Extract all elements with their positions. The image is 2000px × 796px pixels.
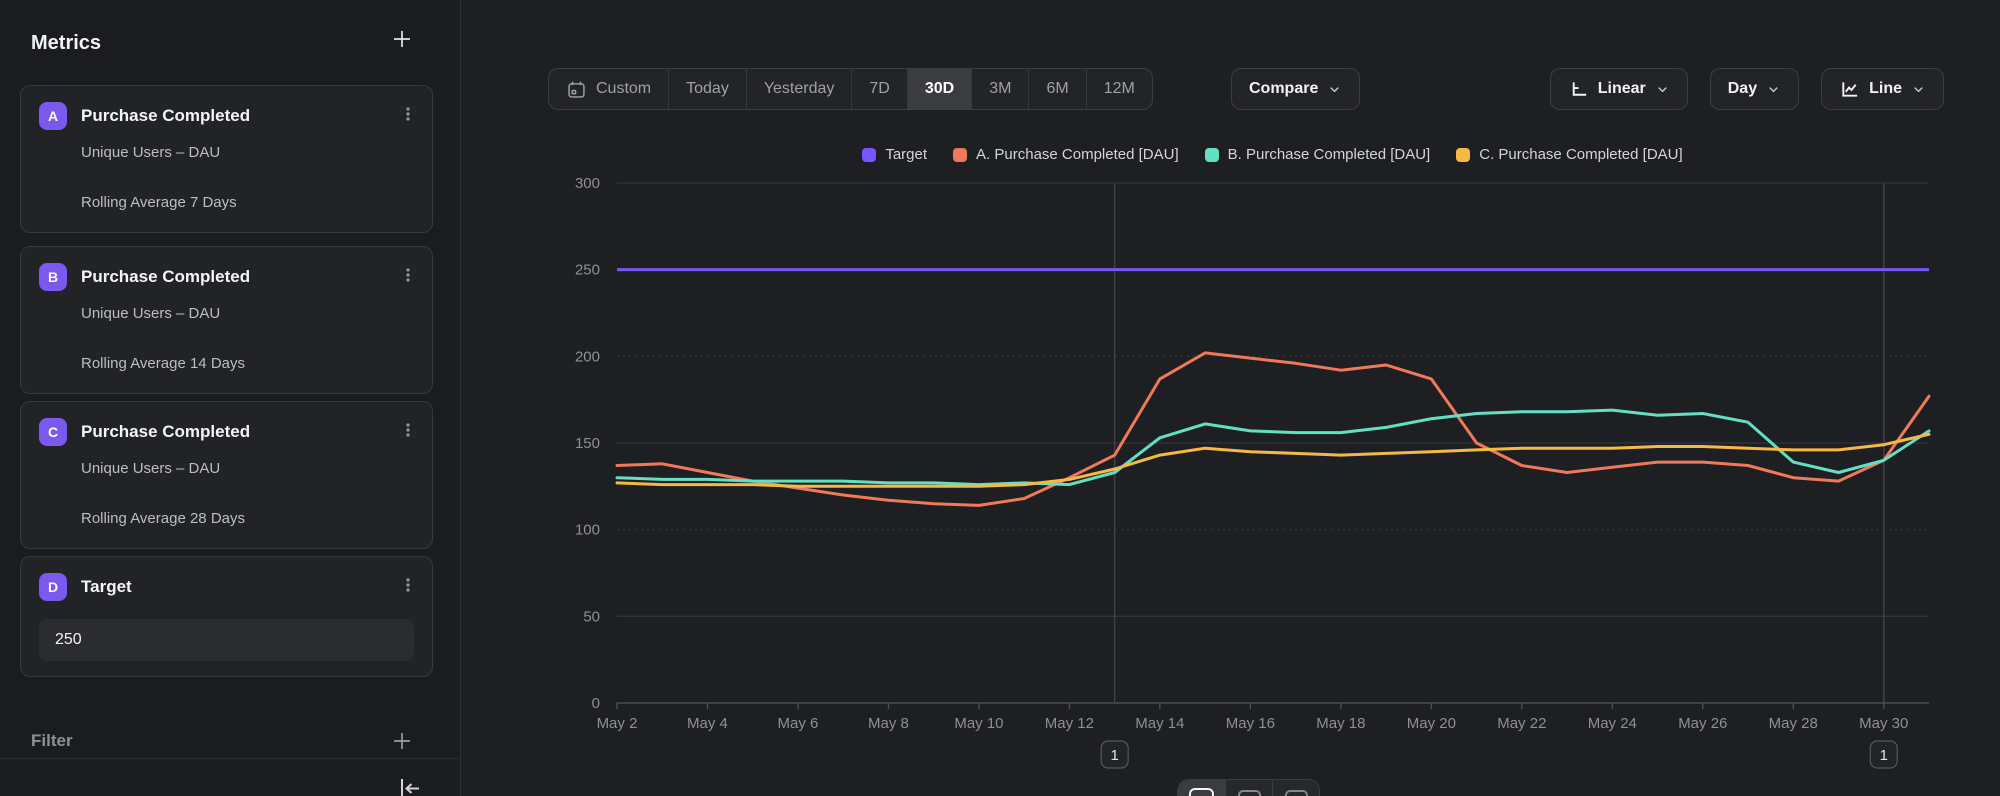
- chart-height-medium-icon: [1238, 790, 1261, 796]
- plus-icon: [390, 729, 414, 753]
- sidebar: Metrics A Purchase Completed Unique User…: [0, 0, 461, 796]
- metric-card-a[interactable]: A Purchase Completed Unique Users – DAU …: [20, 85, 433, 233]
- metrics-dashboard: Metrics A Purchase Completed Unique User…: [0, 0, 2000, 796]
- metric-menu-button[interactable]: [394, 261, 422, 289]
- metric-menu-button[interactable]: [394, 100, 422, 128]
- sidebar-footer-divider: [0, 758, 460, 759]
- metric-measure: Unique Users – DAU: [81, 460, 220, 477]
- metric-rolling-average: Rolling Average 7 Days: [81, 194, 237, 211]
- svg-text:May 2: May 2: [597, 715, 638, 732]
- svg-text:May 30: May 30: [1859, 715, 1908, 732]
- chart-height-medium-button[interactable]: [1225, 780, 1272, 796]
- sidebar-title: Metrics: [31, 32, 101, 55]
- plus-icon: [390, 27, 414, 51]
- svg-text:0: 0: [592, 695, 600, 712]
- svg-text:50: 50: [583, 608, 600, 625]
- kebab-icon: [400, 267, 416, 283]
- metric-rolling-average: Rolling Average 28 Days: [81, 510, 245, 527]
- svg-text:300: 300: [575, 175, 600, 192]
- svg-text:May 10: May 10: [954, 715, 1003, 732]
- add-filter-button[interactable]: [387, 726, 417, 756]
- chart-panel: Custom Today Yesterday 7D 30D 3M 6M 12M …: [461, 0, 2000, 796]
- filter-section-label: Filter: [31, 731, 73, 751]
- metric-rolling-average: Rolling Average 14 Days: [81, 355, 245, 372]
- svg-text:May 4: May 4: [687, 715, 728, 732]
- svg-text:May 28: May 28: [1769, 715, 1818, 732]
- metric-title: Purchase Completed: [81, 267, 250, 287]
- metric-card-c[interactable]: C Purchase Completed Unique Users – DAU …: [20, 401, 433, 549]
- metric-card-b[interactable]: B Purchase Completed Unique Users – DAU …: [20, 246, 433, 394]
- metric-card-d-target[interactable]: D Target: [20, 556, 433, 677]
- svg-text:May 12: May 12: [1045, 715, 1094, 732]
- metric-title: Purchase Completed: [81, 106, 250, 126]
- kebab-icon: [400, 577, 416, 593]
- svg-text:100: 100: [575, 522, 600, 539]
- svg-text:May 26: May 26: [1678, 715, 1727, 732]
- add-metric-button[interactable]: [387, 24, 417, 54]
- metric-measure: Unique Users – DAU: [81, 144, 220, 161]
- collapse-sidebar-button[interactable]: [393, 773, 425, 796]
- svg-text:1: 1: [1110, 747, 1118, 764]
- collapse-left-icon: [393, 773, 425, 796]
- svg-text:May 22: May 22: [1497, 715, 1546, 732]
- svg-text:May 16: May 16: [1226, 715, 1275, 732]
- svg-text:200: 200: [575, 348, 600, 365]
- metric-badge-b: B: [39, 263, 67, 291]
- metric-badge-a: A: [39, 102, 67, 130]
- metric-title: Purchase Completed: [81, 422, 250, 442]
- metric-badge-d: D: [39, 573, 67, 601]
- svg-text:May 8: May 8: [868, 715, 909, 732]
- chart-height-small-button[interactable]: [1272, 780, 1319, 796]
- svg-text:1: 1: [1880, 747, 1888, 764]
- line-chart-canvas: 0 50 100 150 200 250 300 May 2 May 4 May 6 May 8 Ma…: [461, 0, 2000, 796]
- svg-text:150: 150: [575, 435, 600, 452]
- kebab-icon: [400, 106, 416, 122]
- metric-title: Target: [81, 577, 132, 597]
- svg-text:May 18: May 18: [1316, 715, 1365, 732]
- svg-text:May 24: May 24: [1588, 715, 1637, 732]
- svg-text:May 6: May 6: [778, 715, 819, 732]
- metric-badge-c: C: [39, 418, 67, 446]
- metric-menu-button[interactable]: [394, 571, 422, 599]
- metric-menu-button[interactable]: [394, 416, 422, 444]
- metric-measure: Unique Users – DAU: [81, 305, 220, 322]
- svg-text:250: 250: [575, 262, 600, 279]
- chart-height-large-icon: [1189, 788, 1214, 796]
- target-value-input[interactable]: [39, 619, 414, 661]
- svg-text:May 20: May 20: [1407, 715, 1456, 732]
- chart-height-small-icon: [1285, 790, 1308, 796]
- chart-height-toggle: [1177, 779, 1320, 796]
- chart-height-large-button[interactable]: [1178, 780, 1225, 796]
- svg-text:May 14: May 14: [1135, 715, 1184, 732]
- kebab-icon: [400, 422, 416, 438]
